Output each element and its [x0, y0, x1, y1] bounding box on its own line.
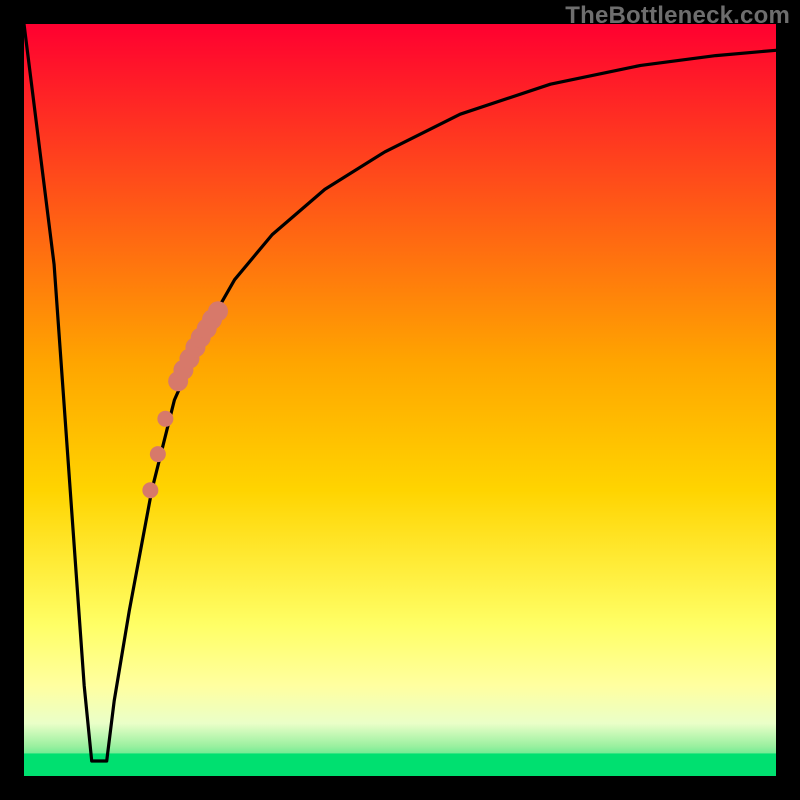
watermark-label: TheBottleneck.com — [565, 2, 790, 30]
curve-marker — [142, 482, 158, 498]
gradient-background — [24, 24, 776, 776]
curve-marker — [208, 301, 228, 321]
chart-container: TheBottleneck.com — [0, 0, 800, 800]
curve-marker — [157, 411, 173, 427]
floor-band — [24, 753, 776, 776]
curve-marker — [150, 446, 166, 462]
bottleneck-chart — [0, 0, 800, 800]
